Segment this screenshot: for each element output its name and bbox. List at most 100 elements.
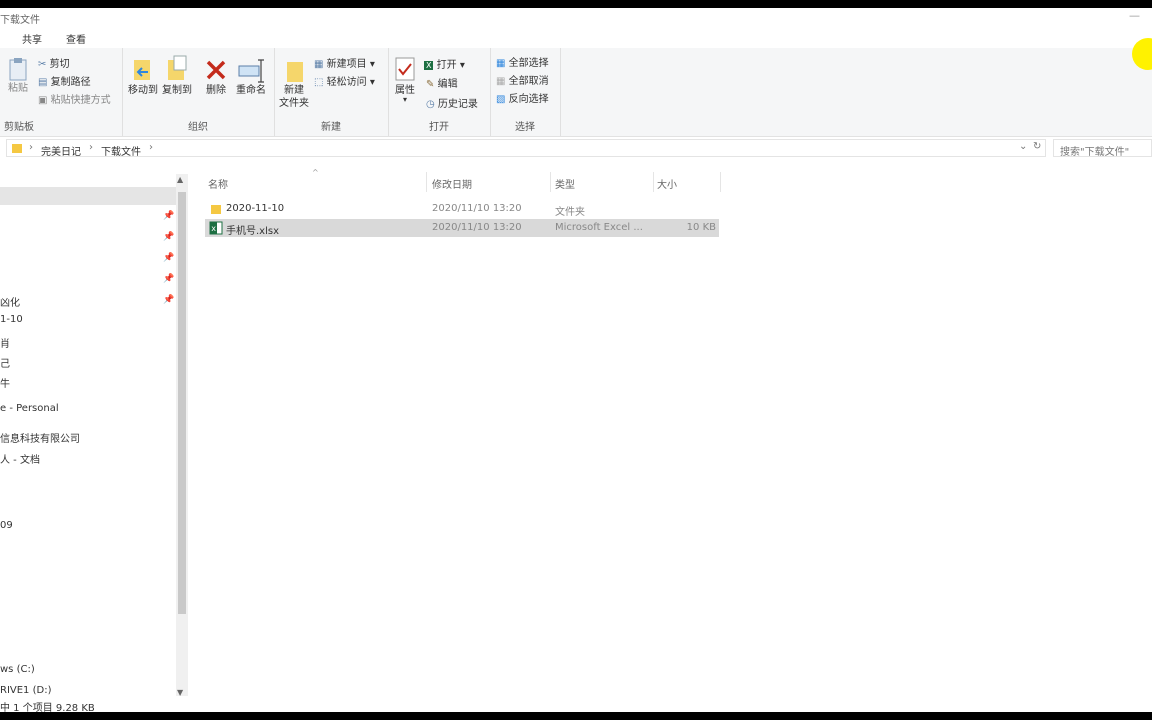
search-input[interactable]: 搜索"下载文件"	[1053, 139, 1152, 157]
svg-text:x: x	[211, 224, 216, 233]
column-header-type[interactable]: 类型	[555, 176, 575, 191]
nav-item[interactable]: 信息科技有限公司	[0, 430, 80, 445]
nav-item[interactable]: 己	[0, 355, 10, 370]
column-divider[interactable]	[653, 172, 654, 192]
nav-scrollbar[interactable]: ▲ ▼	[176, 174, 188, 696]
invert-selection-icon: ▧	[496, 94, 506, 105]
column-header-size[interactable]: 大小	[657, 176, 677, 191]
history-button[interactable]: ◷ 历史记录	[426, 95, 478, 110]
select-none-button[interactable]: ▦ 全部取消	[496, 72, 549, 87]
history-icon: ◷	[426, 99, 435, 110]
select-all-label: 全部选择	[508, 58, 549, 69]
select-all-button[interactable]: ▦ 全部选择	[496, 54, 549, 69]
breadcrumb-chevron-icon: ›	[29, 142, 33, 153]
cut-button[interactable]: ✂ 剪切	[38, 55, 70, 70]
copy-path-icon: ▤	[38, 77, 48, 88]
properties-button[interactable]: 属性 ▾	[392, 56, 418, 104]
delete-x-icon	[206, 60, 226, 80]
column-divider[interactable]	[550, 172, 551, 192]
new-folder-label-1: 新建	[284, 85, 304, 96]
breadcrumb-item[interactable]: 完美日记	[41, 143, 81, 158]
status-bar: 中 1 个项目 9.28 KB	[0, 697, 1152, 712]
pin-icon[interactable]: 📌	[163, 274, 174, 284]
edit-label: 编辑	[437, 79, 458, 90]
new-folder-label-2: 文件夹	[279, 98, 309, 109]
new-folder-icon	[287, 62, 303, 82]
open-button[interactable]: X 打开 ▾	[424, 56, 465, 71]
copy-to-label: 复制到	[162, 85, 192, 96]
select-none-icon: ▦	[496, 76, 506, 87]
file-type: 文件夹	[555, 207, 585, 218]
scroll-down-icon[interactable]: ▼	[177, 688, 183, 696]
invert-selection-button[interactable]: ▧ 反向选择	[496, 90, 549, 105]
open-group: 属性 ▾ X 打开 ▾ ✎ 编辑 ◷ 历史记录 打开	[388, 48, 491, 136]
nav-item[interactable]: e - Personal	[0, 403, 59, 414]
organize-group: 移动到 复制到 删除 重命名 组织	[122, 48, 275, 136]
open-label: 打开	[436, 60, 457, 71]
history-label: 历史记录	[437, 99, 478, 110]
breadcrumb-item[interactable]: 下载文件	[101, 143, 141, 158]
breadcrumb-chevron-icon: ›	[89, 142, 93, 153]
column-divider[interactable]	[426, 172, 427, 192]
tab-view[interactable]: 查看	[66, 31, 86, 46]
file-row[interactable]: x 手机号.xlsx 2020/11/10 13:20 Microsoft Ex…	[205, 219, 719, 237]
pin-icon[interactable]: 📌	[163, 232, 174, 242]
nav-item[interactable]: 肖	[0, 335, 10, 350]
new-folder-button[interactable]: 新建 文件夹	[276, 54, 312, 110]
delete-button[interactable]: 删除	[202, 54, 230, 97]
easy-access-button[interactable]: ⬚ 轻松访问 ▾	[314, 73, 375, 88]
nav-item[interactable]: 牛	[0, 375, 10, 390]
scrollbar-thumb[interactable]	[178, 192, 186, 614]
paste-button[interactable]: 粘贴	[4, 56, 32, 95]
select-none-label: 全部取消	[508, 76, 549, 87]
new-item-button[interactable]: ▦ 新建项目 ▾	[314, 55, 375, 70]
scroll-up-icon[interactable]: ▲	[177, 175, 183, 184]
nav-item[interactable]: 凶化	[0, 294, 20, 309]
copy-to-button[interactable]: 复制到	[160, 54, 194, 97]
file-name: 手机号.xlsx	[226, 226, 280, 237]
dropdown-arrow-icon: ▾	[402, 95, 407, 104]
pin-icon[interactable]: 📌	[163, 253, 174, 263]
nav-item[interactable]: 09	[0, 520, 13, 531]
select-group-label: 选择	[515, 122, 535, 133]
minimize-icon[interactable]: —	[1129, 9, 1140, 22]
copy-path-button[interactable]: ▤ 复制路径	[38, 73, 91, 88]
column-header-name[interactable]: 名称	[208, 176, 228, 191]
column-divider[interactable]	[720, 172, 721, 192]
rename-icon	[238, 59, 264, 83]
refresh-icon[interactable]: ↻	[1033, 141, 1041, 152]
tab-share[interactable]: 共享	[22, 31, 42, 46]
clipboard-icon	[9, 58, 27, 81]
edit-button[interactable]: ✎ 编辑	[426, 75, 458, 90]
dropdown-arrow-icon: ▾	[459, 60, 465, 71]
nav-item[interactable]: 人 - 文档	[0, 451, 40, 466]
ribbon-tabs: 共享 查看	[0, 28, 1152, 48]
excel-icon: x	[209, 221, 223, 235]
file-row[interactable]: 2020-11-10 2020/11/10 13:20 文件夹	[205, 200, 719, 218]
path-box[interactable]: › 完美日记 › 下载文件 › ⌄ ↻	[6, 139, 1046, 158]
navigation-pane: 📌 📌 📌 📌 📌 凶化 1-10 肖 己 牛 e - Personal 信息科…	[0, 166, 190, 696]
pin-icon[interactable]: 📌	[163, 295, 174, 305]
chevron-down-icon[interactable]: ⌄	[1019, 141, 1027, 152]
nav-item[interactable]: 1-10	[0, 314, 23, 325]
paste-shortcut-label: 粘贴快捷方式	[50, 95, 111, 106]
pin-icon[interactable]: 📌	[163, 211, 174, 221]
delete-label: 删除	[206, 85, 226, 96]
organize-group-label: 组织	[188, 122, 208, 133]
new-group-label: 新建	[321, 122, 341, 133]
rename-button[interactable]: 重命名	[232, 54, 270, 97]
column-header-modified[interactable]: 修改日期	[432, 176, 472, 191]
nav-selected-row[interactable]	[0, 187, 176, 205]
breadcrumb-chevron-icon: ›	[149, 142, 153, 153]
file-modified: 2020/11/10 13:20	[432, 203, 522, 214]
move-to-button[interactable]: 移动到	[126, 54, 160, 97]
select-group: ▦ 全部选择 ▦ 全部取消 ▧ 反向选择 选择	[490, 48, 561, 136]
move-to-label: 移动到	[128, 85, 158, 96]
address-bar: › 完美日记 › 下载文件 › ⌄ ↻ 搜索"下载文件"	[0, 137, 1152, 159]
easy-access-icon: ⬚	[314, 77, 324, 88]
nav-item[interactable]: RIVE1 (D:)	[0, 685, 51, 696]
file-modified: 2020/11/10 13:20	[432, 222, 522, 233]
title-bar: 下载文件 —	[0, 8, 1152, 28]
paste-shortcut-button[interactable]: ▣ 粘贴快捷方式	[38, 91, 111, 106]
nav-item[interactable]: ws (C:)	[0, 664, 35, 675]
